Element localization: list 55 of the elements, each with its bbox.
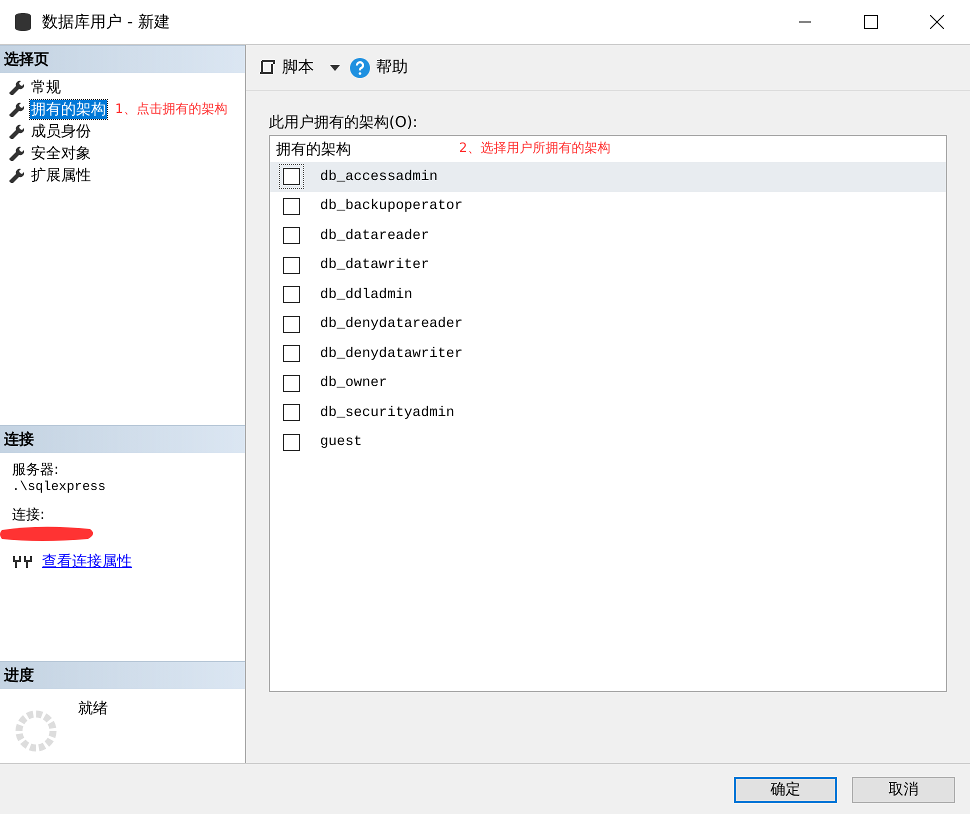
window-title: 数据库用户 - 新建 <box>42 12 170 32</box>
server-name: .\sqlexpress <box>12 479 107 494</box>
wrench-icon <box>8 145 24 161</box>
connection-label: 连接: <box>12 506 46 524</box>
schema-name: db_denydatareader <box>320 316 463 332</box>
page-item[interactable]: 常规 <box>30 78 62 96</box>
schema-name: guest <box>320 434 362 450</box>
annotation-text: 1、点击拥有的架构 <box>115 101 228 118</box>
checkbox[interactable] <box>283 168 300 186</box>
schema-name: db_accessadmin <box>320 168 438 185</box>
help-button[interactable]: 帮助 <box>350 57 408 78</box>
wrench-icon <box>8 167 24 183</box>
script-button[interactable]: 脚本 <box>258 57 314 78</box>
script-icon <box>258 58 276 76</box>
page-item[interactable]: 成员身份 <box>30 122 92 140</box>
checkbox[interactable] <box>283 227 300 244</box>
wrench-icon <box>8 79 24 95</box>
wrench-icon <box>8 101 24 117</box>
checkbox[interactable] <box>283 286 300 304</box>
dropdown-arrow-icon[interactable] <box>330 64 340 70</box>
checkbox[interactable] <box>283 404 300 422</box>
page-item[interactable]: 拥有的架构 <box>30 100 107 118</box>
checkbox[interactable] <box>283 374 300 392</box>
help-icon <box>350 58 370 78</box>
close-icon <box>930 15 944 29</box>
page-item[interactable]: 扩展属性 <box>30 166 92 184</box>
checkbox[interactable] <box>283 256 300 274</box>
progress-status: 就绪 <box>78 699 108 719</box>
section-header: 进度 <box>0 661 245 689</box>
spinner-icon <box>14 709 58 753</box>
checkbox[interactable] <box>283 434 300 451</box>
checkbox[interactable] <box>283 198 300 215</box>
schema-name: db_datareader <box>320 228 430 244</box>
page-item[interactable]: 安全对象 <box>30 144 92 162</box>
schema-name: db_datawriter <box>320 257 430 274</box>
section-header: 选择页 <box>0 45 245 73</box>
database-icon <box>14 12 32 32</box>
schemas-label: 此用户拥有的架构(O): <box>269 113 419 132</box>
annotation-text: 2、选择用户所拥有的架构 <box>459 140 610 158</box>
connection-properties-link[interactable]: 查看连接属性 <box>42 552 132 572</box>
plug-icon <box>12 554 34 570</box>
schema-name: db_ddladmin <box>320 286 412 303</box>
column-header: 拥有的架构 <box>276 139 351 160</box>
section-header: 连接 <box>0 425 245 454</box>
wrench-icon <box>8 123 24 139</box>
schema-name: db_owner <box>320 375 388 392</box>
schema-name: db_backupoperator <box>320 198 463 214</box>
server-label: 服务器: <box>12 461 60 480</box>
schema-name: db_securityadmin <box>320 404 454 421</box>
dialog-button[interactable]: 取消 <box>852 776 955 802</box>
schema-name: db_denydatawriter <box>320 346 463 362</box>
maximize-icon <box>864 15 878 29</box>
checkbox[interactable] <box>283 345 300 362</box>
dialog-button[interactable]: 确定 <box>734 776 837 802</box>
checkbox[interactable] <box>283 316 300 333</box>
